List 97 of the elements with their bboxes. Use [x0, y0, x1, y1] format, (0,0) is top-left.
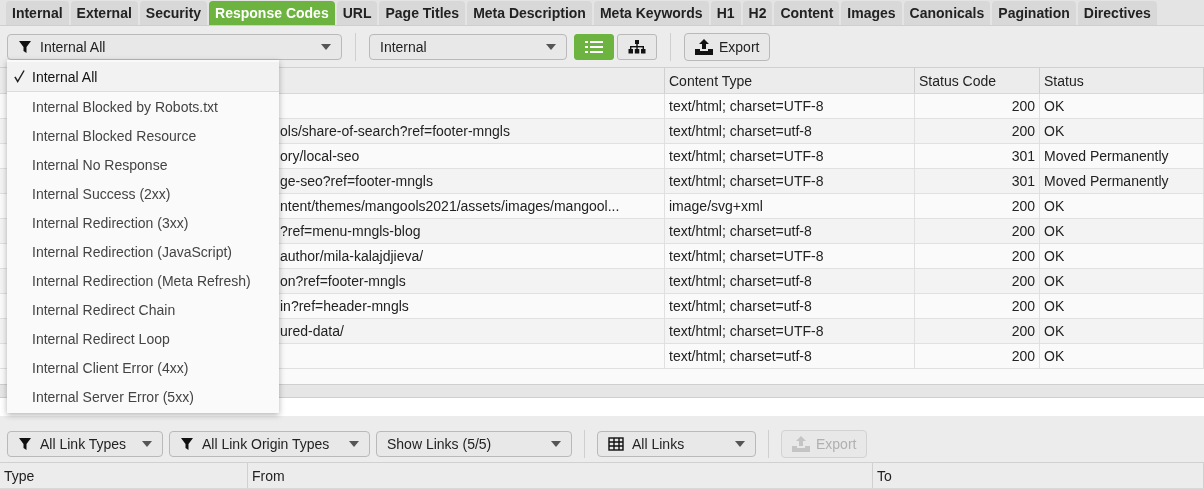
- menu-item[interactable]: Internal Redirect Loop: [7, 324, 279, 353]
- tab[interactable]: Security: [139, 1, 208, 25]
- table-cell: ols/share-of-search?ref=footer-mngls: [280, 123, 510, 139]
- tab[interactable]: Directives: [1077, 1, 1157, 25]
- table-cell: OK: [1044, 123, 1065, 139]
- column-header[interactable]: Status Code: [915, 68, 1040, 93]
- export-button[interactable]: Export: [684, 32, 771, 61]
- menu-item[interactable]: Internal No Response: [7, 150, 279, 179]
- tab[interactable]: Meta Keywords: [593, 1, 709, 25]
- upload-icon: [792, 436, 810, 452]
- table-cell: in?ref=header-mngls: [280, 298, 409, 314]
- filter-icon: [18, 39, 32, 54]
- tree-view-button[interactable]: [617, 33, 657, 60]
- menu-item[interactable]: Internal Redirect Chain: [7, 295, 279, 324]
- menu-item[interactable]: Internal Client Error (4xx): [7, 353, 279, 382]
- caret-icon: [551, 441, 561, 447]
- menu-item[interactable]: Internal Redirection (3xx): [7, 208, 279, 237]
- table-cell: OK: [1044, 198, 1065, 214]
- tab[interactable]: Pagination: [992, 1, 1076, 25]
- caret-icon: [735, 441, 745, 447]
- tab[interactable]: H2: [742, 1, 773, 25]
- caret-icon: [349, 441, 359, 447]
- list-icon: [585, 39, 603, 54]
- link-filter-dropdown[interactable]: All Links: [597, 431, 756, 457]
- scope-dropdown[interactable]: Internal: [369, 33, 567, 60]
- tab[interactable]: Meta Description: [467, 1, 592, 25]
- table-cell: OK: [1044, 273, 1065, 289]
- table-cell: author/mila-kalajdjieva/: [280, 248, 424, 264]
- tab[interactable]: Internal: [6, 1, 69, 25]
- check-icon: [14, 69, 25, 83]
- table-cell: 301: [1011, 173, 1035, 189]
- column-header[interactable]: Content Type: [665, 68, 915, 93]
- menu-item[interactable]: Internal Server Error (5xx): [7, 382, 279, 411]
- table-cell: 301: [1011, 148, 1035, 164]
- table-cell: text/html; charset=UTF-8: [669, 98, 824, 114]
- table-cell: text/html; charset=utf-8: [669, 298, 812, 314]
- table-cell: 200: [1011, 348, 1035, 364]
- table-cell: OK: [1044, 348, 1065, 364]
- tab[interactable]: Page Titles: [379, 1, 466, 25]
- column-header[interactable]: Status: [1040, 68, 1204, 93]
- upload-icon: [695, 38, 713, 55]
- menu-item[interactable]: Internal Blocked by Robots.txt: [7, 92, 279, 121]
- table-cell: on?ref=footer-mngls: [280, 273, 406, 289]
- table-cell: 200: [1011, 198, 1035, 214]
- table-cell: 200: [1011, 123, 1035, 139]
- menu-item[interactable]: Internal Blocked Resource: [7, 121, 279, 150]
- link-filter-dropdown[interactable]: All Link Origin Types: [169, 431, 370, 457]
- tab[interactable]: Canonicals: [903, 1, 991, 25]
- table-cell: 200: [1011, 98, 1035, 114]
- column-header[interactable]: From: [248, 463, 873, 488]
- column-header[interactable]: Type: [0, 463, 248, 488]
- table-cell: 200: [1011, 223, 1035, 239]
- menu-item[interactable]: Internal Redirection (JavaScript): [7, 237, 279, 266]
- table-cell: OK: [1044, 223, 1065, 239]
- column-header[interactable]: To: [873, 463, 1204, 488]
- caret-icon: [546, 43, 556, 50]
- table-cell: image/svg+xml: [669, 198, 763, 214]
- menu-item[interactable]: Internal All: [7, 62, 279, 91]
- table-cell: text/html; charset=UTF-8: [669, 148, 824, 164]
- table-cell: text/html; charset=utf-8: [669, 223, 812, 239]
- table-cell: ntent/themes/mangools2021/assets/images/mangool...: [280, 198, 620, 214]
- tab[interactable]: Content: [774, 1, 840, 25]
- table-cell: text/html; charset=UTF-8: [669, 248, 824, 264]
- table-cell: ory/local-seo: [280, 148, 360, 164]
- table-cell: 200: [1011, 248, 1035, 264]
- tab[interactable]: H1: [710, 1, 741, 25]
- filter-icon: [18, 437, 32, 451]
- table-cell: text/html; charset=UTF-8: [669, 323, 824, 339]
- table-cell: 200: [1011, 298, 1035, 314]
- table-icon: [608, 437, 624, 451]
- table-cell: 200: [1011, 273, 1035, 289]
- menu-item[interactable]: Internal Success (2xx): [7, 179, 279, 208]
- filter-icon: [180, 437, 194, 451]
- table-cell: OK: [1044, 298, 1065, 314]
- table-cell: ge-seo?ref=footer-mngls: [280, 173, 433, 189]
- link-filter-dropdown[interactable]: Show Links (5/5): [376, 431, 572, 457]
- caret-icon: [142, 441, 152, 447]
- tab[interactable]: URL: [336, 1, 378, 25]
- tab[interactable]: Images: [841, 1, 902, 25]
- tab[interactable]: External: [70, 1, 138, 25]
- sitemap-icon: [628, 39, 646, 54]
- table-cell: text/html; charset=utf-8: [669, 348, 812, 364]
- table-cell: ured-data/: [280, 323, 344, 339]
- table-cell: OK: [1044, 98, 1065, 114]
- table-cell: text/html; charset=utf-8: [669, 123, 812, 139]
- table-cell: 200: [1011, 323, 1035, 339]
- table-cell: Moved Permanently: [1044, 148, 1169, 164]
- link-filter-dropdown[interactable]: All Link Types: [7, 431, 163, 457]
- table-cell: text/html; charset=utf-8: [669, 273, 812, 289]
- caret-icon: [321, 43, 331, 50]
- filter-dropdown[interactable]: Internal All: [7, 33, 342, 60]
- menu-item[interactable]: Internal Redirection (Meta Refresh): [7, 266, 279, 295]
- table-cell: Moved Permanently: [1044, 173, 1169, 189]
- table-cell: OK: [1044, 248, 1065, 264]
- table-cell: ?ref=menu-mngls-blog: [280, 223, 421, 239]
- table-cell: text/html; charset=UTF-8: [669, 173, 824, 189]
- table-cell: OK: [1044, 323, 1065, 339]
